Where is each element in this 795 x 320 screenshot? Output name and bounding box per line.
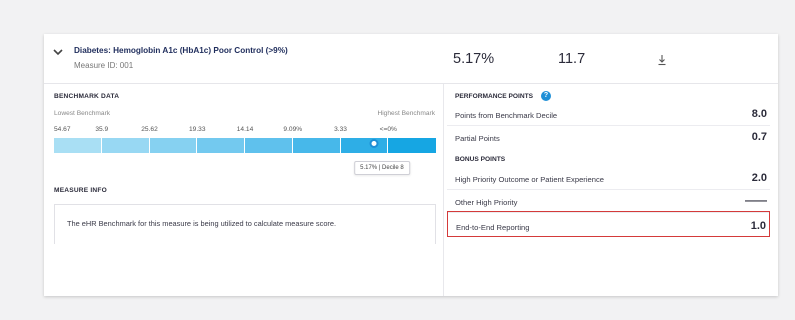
row-label: High Priority Outcome or Patient Experie… (455, 175, 604, 184)
benchmark-tick-label: 25.62 (141, 126, 158, 133)
bonus-points-label: BONUS POINTS (455, 156, 506, 163)
benchmark-segment (292, 138, 341, 153)
row-value: 1.0 (750, 220, 766, 232)
benchmark-tick-label: 3.33 (334, 126, 347, 133)
benchmark-marker[interactable] (369, 139, 379, 148)
benchmark-tick-label: <=0% (379, 126, 397, 133)
measure-score: 11.7 (558, 51, 586, 67)
benchmark-tick-label: 19.33 (188, 126, 206, 133)
benchmark-segment (197, 138, 245, 153)
benchmark-segment (149, 138, 198, 153)
performance-rate: 5.17% (453, 51, 495, 67)
chevron-down-icon[interactable] (52, 47, 64, 57)
performance-points-title: PERFORMANCE POINTS (455, 93, 534, 100)
help-circle-icon[interactable]: ? (541, 91, 551, 101)
benchmark-ticks: 54.67 35.9 25.62 19.33 14.14 9.09% 3.33 <=0% (54, 126, 436, 136)
points-row-partial: Partial Points 0.7 (447, 127, 770, 149)
row-value: 0.7 (751, 131, 767, 143)
benchmark-section-label: BENCHMARK DATA (54, 93, 120, 100)
measure-info-text: The eHR Benchmark for this measure is be… (67, 219, 337, 228)
benchmark-segment (388, 138, 436, 153)
points-row-benchmark-decile: Points from Benchmark Decile 8.0 (447, 104, 770, 126)
measure-id: Measure ID: 001 (74, 61, 134, 70)
benchmark-segment (54, 138, 102, 153)
measure-header: Diabetes: Hemoglobin A1c (HbA1c) Poor Co… (44, 34, 778, 84)
row-value: 2.0 (751, 172, 767, 184)
row-label: Points from Benchmark Decile (455, 111, 558, 120)
measure-title[interactable]: Diabetes: Hemoglobin A1c (HbA1c) Poor Co… (74, 46, 288, 55)
download-icon[interactable] (657, 54, 667, 66)
row-value: 8.0 (751, 108, 767, 120)
benchmark-tick-label: 54.67 (54, 126, 71, 133)
bonus-row-end-to-end-reporting: End-to-End Reporting 1.0 (447, 211, 770, 237)
lowest-benchmark-label: Lowest Benchmark (54, 110, 111, 117)
highest-benchmark-label: Highest Benchmark (377, 110, 435, 117)
row-label: Other High Priority (455, 198, 518, 207)
benchmark-tooltip: 5.17% | Decile 8 (354, 161, 410, 175)
measure-card: Diabetes: Hemoglobin A1c (HbA1c) Poor Co… (44, 34, 778, 296)
column-divider (443, 84, 444, 296)
bonus-row-high-priority-outcome: High Priority Outcome or Patient Experie… (447, 168, 770, 190)
benchmark-segment (340, 138, 389, 153)
measure-info-label: MEASURE INFO (54, 187, 107, 194)
measure-info-box: The eHR Benchmark for this measure is be… (54, 204, 436, 244)
benchmark-bar (54, 138, 436, 153)
row-label: End-to-End Reporting (456, 223, 530, 232)
benchmark-tick-label: 9.09% (283, 126, 303, 133)
row-label: Partial Points (455, 134, 500, 143)
bonus-row-other-high-priority: Other High Priority —— (447, 191, 770, 213)
benchmark-segment (101, 138, 150, 153)
benchmark-tick-label: 14.14 (236, 126, 254, 133)
row-value: —— (745, 195, 767, 207)
benchmark-tick-label: 35.9 (95, 126, 109, 133)
benchmark-segment (245, 138, 293, 153)
